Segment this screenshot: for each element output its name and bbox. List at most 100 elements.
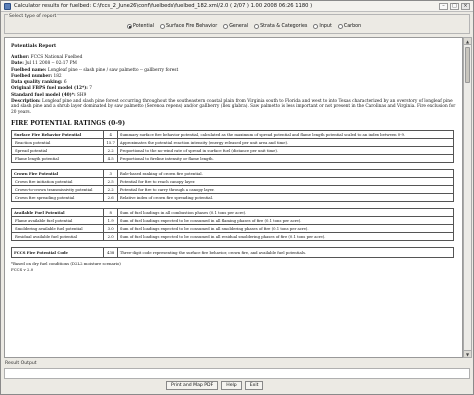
report-type-option[interactable]: General [223, 24, 248, 29]
exit-button[interactable]: Exit [244, 381, 264, 390]
cell-name: Reaction potential [10, 138, 105, 148]
metadata-value: FCCS National Fuelbed [30, 55, 83, 60]
help-button[interactable]: Help [221, 381, 242, 390]
report-type-options: Potential Surface Fire Behavior General Str… [127, 24, 361, 29]
cell-text: Three-digit code representing the surfac… [116, 247, 455, 259]
report-type-option[interactable]: Strata & Categories [254, 24, 307, 29]
button-row: Print and Map PDF Help Exit [166, 381, 264, 390]
radio-icon[interactable] [337, 24, 343, 29]
cell-text: Sum of fuel loadings expected to be cons… [116, 232, 455, 242]
report-type-option[interactable]: Carbon [337, 24, 362, 29]
cell-text: Summary surface fire behavior potential,… [116, 130, 455, 140]
potential-sub-row: Crown fire initiation potential 2.5 Potent… [10, 177, 455, 187]
cell-name: Spread potential [10, 146, 105, 156]
version-text: FCCS v 2.0 [11, 267, 34, 273]
report-notes: *Based on dry fuel conditions (D2L2 mois… [11, 261, 456, 273]
scroll-up-icon[interactable]: ▲ [464, 38, 471, 45]
description-text: Longleaf pine and slash pine forest occu… [11, 99, 456, 115]
metadata-label: Original FBPS fuel model (12*): [11, 86, 88, 92]
cell-value: 2.5 [103, 177, 118, 187]
minimize-icon[interactable]: – [439, 3, 448, 10]
cell-value: 8 [103, 208, 118, 218]
report-scrollbar[interactable]: ▲ ▼ [463, 37, 472, 358]
radio-icon[interactable] [127, 24, 132, 29]
cell-text: Sum of fuel loadings in all combustion p… [116, 208, 455, 218]
potential-sub-row: Flame length potential 4.5 Proportional to… [10, 154, 455, 164]
table-spacer-cell [11, 162, 454, 171]
report-type-option[interactable]: Surface Fire Behavior [160, 24, 217, 29]
calculator-results-window: Calculator results for fuelbed: C:\fccs_… [0, 0, 474, 395]
cell-value: 2.6 [103, 193, 118, 203]
cell-name: Flame available fuel potential [10, 216, 105, 226]
metadata-value: 182 [53, 73, 62, 79]
cell-name: Crown fire spreading potential [10, 193, 105, 203]
cell-text: Approximates the potential reaction inte… [116, 138, 455, 148]
cell-name: Crown fire initiation potential [10, 177, 105, 187]
table-spacer [11, 162, 454, 171]
table-spacer [11, 201, 454, 210]
radio-icon[interactable] [160, 24, 166, 29]
report-description: Description: Longleaf pine and slash pin… [11, 99, 456, 115]
metadata-label: Date: [11, 61, 24, 67]
metadata-value: Longleaf pine -- slash pine / saw palmet… [47, 67, 179, 73]
cell-value: 2.0 [103, 232, 118, 242]
metadata-label: Author: [11, 55, 30, 60]
cell-text: Proportional to the no-wind rate of spre… [116, 146, 455, 156]
radio-icon[interactable] [223, 24, 229, 29]
report-type-option-label: Carbon [343, 24, 362, 29]
fire-potential-table: Surface Fire Behavior Potential 4 Summary … [10, 130, 455, 259]
cell-value: 4.5 [103, 154, 118, 164]
ratings-heading: FIRE POTENTIAL RATINGS (0-9) [11, 120, 126, 128]
scroll-down-icon[interactable]: ▼ [464, 350, 471, 357]
metadata-value: 7 [89, 86, 92, 92]
close-icon[interactable]: × [461, 3, 470, 10]
report-heading: Potentials Report [11, 44, 57, 49]
report-type-option-label: General [229, 24, 249, 29]
report-type-option-label: Potential [133, 24, 155, 29]
potential-sub-row: Crown-to-crown transmissivity potential 2… [10, 185, 455, 195]
potential-group-row: Crown Fire Potential 3 Rule-based ranking … [10, 169, 455, 179]
report-type-group: Select type of report Potential Surface F… [4, 14, 470, 34]
potential-sub-row: Reaction potential 15.7 Approximates the p… [10, 138, 455, 148]
cell-text: Potential for fire to reach canopy layer… [116, 177, 455, 187]
app-icon [4, 2, 11, 10]
cell-value: 15.7 [103, 138, 118, 148]
cell-name: Flame length potential [10, 154, 105, 164]
potential-sub-row: Smoldering available fuel potential 3.0 Su… [10, 224, 455, 234]
maximize-icon[interactable]: □ [450, 3, 459, 10]
report-type-label: Select type of report [8, 14, 58, 19]
report-type-option[interactable]: Input [313, 24, 332, 29]
report-type-option[interactable]: Potential [127, 24, 154, 29]
metadata-label: Fuelbed number: [11, 73, 53, 79]
metadata-value: 6 [63, 80, 67, 86]
cell-text: Rule-based ranking of crown fire potenti… [116, 169, 455, 179]
radio-icon[interactable] [254, 24, 260, 29]
cell-name: Crown Fire Potential [10, 169, 105, 179]
radio-icon[interactable] [313, 24, 319, 29]
potential-sub-row: Crown fire spreading potential 2.6 Relativ… [10, 193, 455, 203]
window-controls: – □ × [439, 3, 470, 10]
table-spacer-cell [11, 201, 454, 210]
cell-value: 1.9 [103, 216, 118, 226]
cell-name: Residual available fuel potential [10, 232, 105, 242]
description-label: Description: [11, 99, 41, 105]
scroll-thumb[interactable] [465, 47, 470, 83]
cell-text: Potential for fire to carry through a ca… [116, 185, 455, 195]
title-bar[interactable]: Calculator results for fuelbed: C:\fccs_… [1, 1, 473, 12]
potential-sub-row: Flame available fuel potential 1.9 Sum of … [10, 216, 455, 226]
report-metadata: Author: FCCS National Fuelbed Date: Jul 1… [11, 55, 456, 99]
window-title: Calculator results for fuelbed: C:\fccs_… [14, 3, 313, 9]
cell-text: Relative index of crown fire spreading p… [116, 193, 455, 203]
report-panel: Potentials Report Author: FCCS National … [4, 37, 463, 358]
metadata-label: Fuelbed name: [11, 67, 47, 73]
result-output-box [4, 368, 470, 379]
print-pdf-button[interactable]: Print and Map PDF [166, 381, 219, 390]
cell-value: 438 [103, 247, 118, 259]
cell-text: Sum of fuel loadings expected to be cons… [116, 216, 455, 226]
potential-sub-row: Residual available fuel potential 2.0 Sum … [10, 232, 455, 242]
report-type-option-label: Strata & Categories [260, 24, 308, 29]
result-output-label: Result Output [5, 361, 37, 366]
metadata-label: Data quality ranking: [11, 80, 63, 86]
cell-name: Available Fuel Potential [10, 208, 105, 218]
table-spacer [11, 240, 454, 249]
